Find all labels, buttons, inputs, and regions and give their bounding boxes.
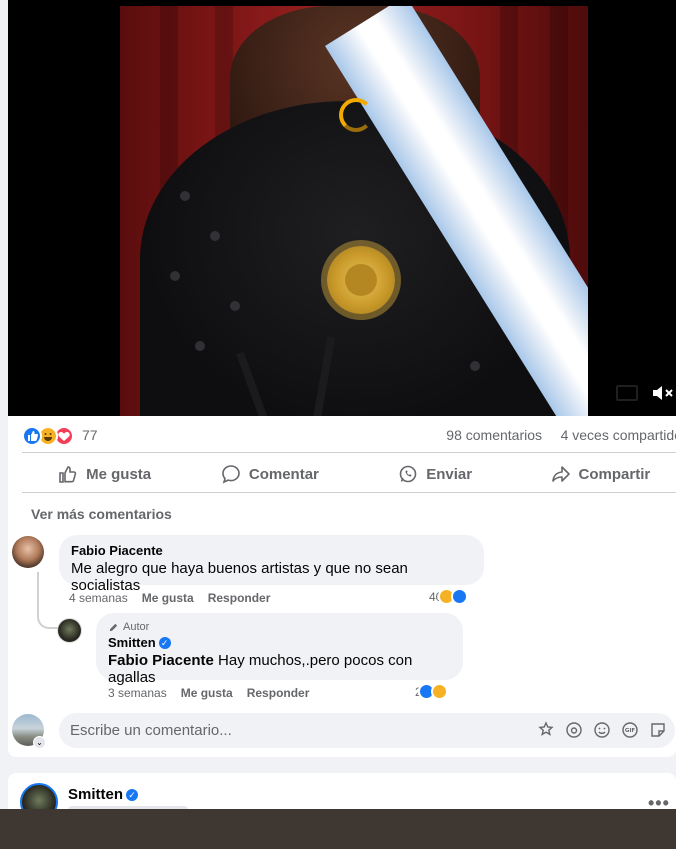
reply-meta: 3 semanas Me gusta Responder	[108, 686, 309, 700]
reply-time[interactable]: 3 semanas	[108, 686, 167, 700]
share-label: Compartir	[578, 465, 651, 483]
shares-count[interactable]: 4 veces compartido	[561, 427, 676, 443]
comment-bubble: Fabio Piacente Me alegro que haya buenos…	[59, 535, 484, 594]
reply-bubble: Autor Smitten ✓ Fabio Piacente Hay muchos…	[96, 613, 463, 686]
like-reaction-icon	[451, 588, 469, 605]
post-actions: Me gusta Comentar Enviar Compartir	[22, 456, 676, 492]
mute-icon[interactable]	[650, 381, 674, 405]
like-button[interactable]: Me gusta	[22, 456, 187, 492]
reply-like-button[interactable]: Me gusta	[181, 686, 233, 700]
haha-reaction-icon	[430, 683, 448, 700]
view-more-comments-link[interactable]: Ver más comentarios	[31, 506, 172, 522]
comments-count[interactable]: 98 comentarios	[446, 427, 542, 443]
reply-author-name[interactable]: Smitten	[108, 635, 156, 650]
share-icon	[551, 466, 570, 482]
avatar[interactable]	[57, 618, 82, 643]
bottom-overlay-bar	[0, 809, 676, 849]
sticker-icon[interactable]	[649, 721, 667, 739]
comment-label: Comentar	[248, 465, 319, 483]
comment-reply-button[interactable]: Responder	[208, 591, 271, 605]
reactions-summary: 77 98 comentarios 4 veces compartido	[22, 424, 676, 448]
chevron-down-icon[interactable]: ⌄	[33, 736, 46, 749]
sun-emblem	[327, 246, 395, 314]
divider	[22, 492, 676, 493]
gif-icon[interactable]: GIF	[621, 721, 639, 739]
camera-icon[interactable]	[565, 721, 583, 739]
whatsapp-icon	[399, 465, 417, 483]
reply-reply-button[interactable]: Responder	[247, 686, 310, 700]
reaction-icons[interactable]	[22, 426, 82, 446]
emoji-icon[interactable]	[593, 721, 611, 739]
author-badge: Autor	[108, 621, 451, 633]
page-name[interactable]: Smitten ✓	[68, 786, 139, 803]
reply-mention[interactable]: Fabio Piacente	[108, 652, 214, 669]
verified-badge-icon: ✓	[126, 789, 139, 801]
pencil-icon	[109, 623, 118, 631]
reaction-count[interactable]: 77	[82, 427, 98, 443]
comment-like-button[interactable]: Me gusta	[142, 591, 194, 605]
thumbs-up-icon	[59, 466, 77, 483]
author-badge-label: Autor	[123, 621, 150, 633]
avatar[interactable]	[12, 536, 44, 568]
share-button[interactable]: Compartir	[518, 456, 676, 492]
composer-tools: GIF	[537, 721, 667, 739]
comment-input[interactable]	[70, 713, 520, 748]
send-button[interactable]: Enviar	[353, 456, 518, 492]
verified-badge-icon: ✓	[158, 637, 171, 649]
reply-text: Fabio Piacente Hay muchos,.pero pocos co…	[108, 652, 451, 686]
comment-icon	[222, 465, 240, 484]
comment-author[interactable]: Fabio Piacente	[71, 543, 472, 558]
svg-text:GIF: GIF	[625, 728, 636, 734]
settings-icon[interactable]	[616, 385, 638, 401]
comment-meta: 4 semanas Me gusta Responder	[69, 591, 270, 605]
loading-spinner-icon	[339, 98, 373, 132]
comment-reactions[interactable]: 40	[429, 588, 469, 605]
send-label: Enviar	[426, 465, 473, 483]
like-label: Me gusta	[86, 465, 152, 483]
comment-button[interactable]: Comentar	[187, 456, 352, 492]
comment-time[interactable]: 4 semanas	[69, 591, 128, 605]
avatar-sticker-icon[interactable]	[537, 721, 555, 739]
reply-author: Smitten ✓	[108, 635, 451, 650]
comment-composer: GIF	[59, 713, 675, 748]
like-reaction-icon	[22, 426, 42, 446]
reply-reactions[interactable]: 2	[415, 683, 448, 700]
video-player[interactable]	[8, 0, 676, 416]
video-frame	[120, 6, 588, 416]
divider	[22, 452, 676, 453]
page-name-label: Smitten	[68, 786, 124, 803]
comment-text: Me alegro que haya buenos artistas y que…	[71, 560, 408, 594]
reply-thread-line	[37, 572, 61, 629]
